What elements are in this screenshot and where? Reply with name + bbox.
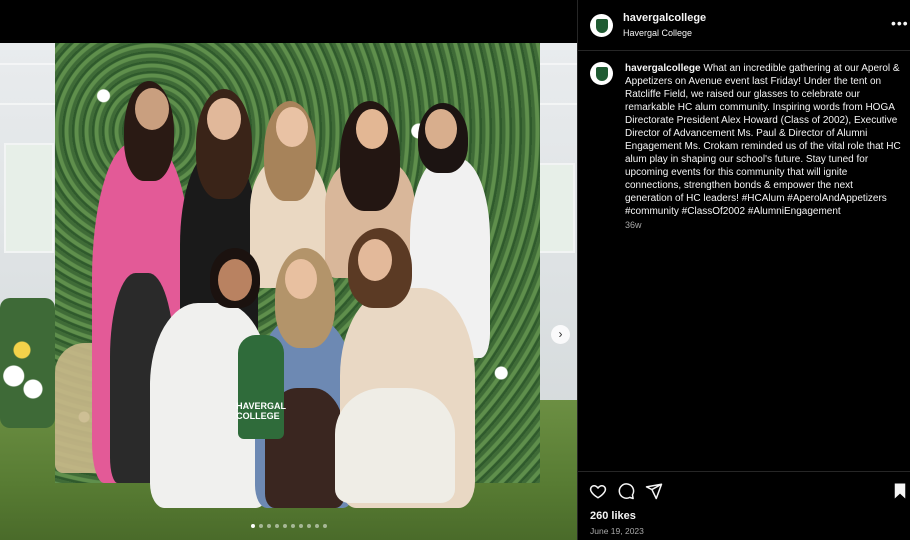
carousel-dot [274,524,279,528]
header-username[interactable]: havergalcollege [623,12,706,24]
face [135,88,169,130]
face [285,259,317,299]
face [276,107,308,147]
chevron-right-icon: › [558,327,563,341]
likes-count[interactable]: 260 likes [590,510,636,522]
avatar[interactable] [590,14,613,37]
caption-username[interactable]: havergalcollege [625,63,701,74]
post-photo[interactable]: HAVERGAL COLLEGE › [0,43,577,540]
carousel-dot [298,524,303,528]
header-subtitle[interactable]: Havergal College [623,28,692,38]
carousel-dot [290,524,295,528]
carousel-dot [322,524,327,528]
carousel-next-button[interactable]: › [551,325,570,344]
post-age: 36w [625,220,642,230]
heart-icon[interactable] [589,482,607,500]
havergal-crest-icon [595,66,608,81]
foam-finger: HAVERGAL COLLEGE [236,335,286,439]
caption-avatar[interactable] [590,62,613,85]
carousel-dot [258,524,263,528]
flower-arrangement [0,298,55,428]
post-date: June 19, 2023 [590,526,644,536]
post-sidebar: havergalcollege Havergal College ••• hav… [577,0,910,540]
carousel-dot [266,524,271,528]
send-icon[interactable] [645,482,663,500]
post-caption: havergalcollege What an incredible gathe… [625,62,901,218]
post-header: havergalcollege Havergal College ••• [578,0,910,51]
comment-icon[interactable] [617,482,635,500]
person [335,388,455,503]
face [218,259,252,301]
carousel-dot [314,524,319,528]
bookmark-icon[interactable] [891,482,909,500]
carousel-dot [306,524,311,528]
post-media: HAVERGAL COLLEGE › [0,0,577,540]
carousel-dot [250,524,255,528]
face [358,239,392,281]
carousel-dot [282,524,287,528]
face [207,98,241,140]
more-options-icon[interactable]: ••• [891,16,909,30]
action-bar: 260 likes June 19, 2023 [578,471,910,540]
face [425,109,457,149]
havergal-crest-icon [595,18,608,33]
carousel-indicator [0,524,577,528]
caption-text: What an incredible gathering at our Aper… [625,63,901,217]
face [356,109,388,149]
tent-window [4,143,54,253]
